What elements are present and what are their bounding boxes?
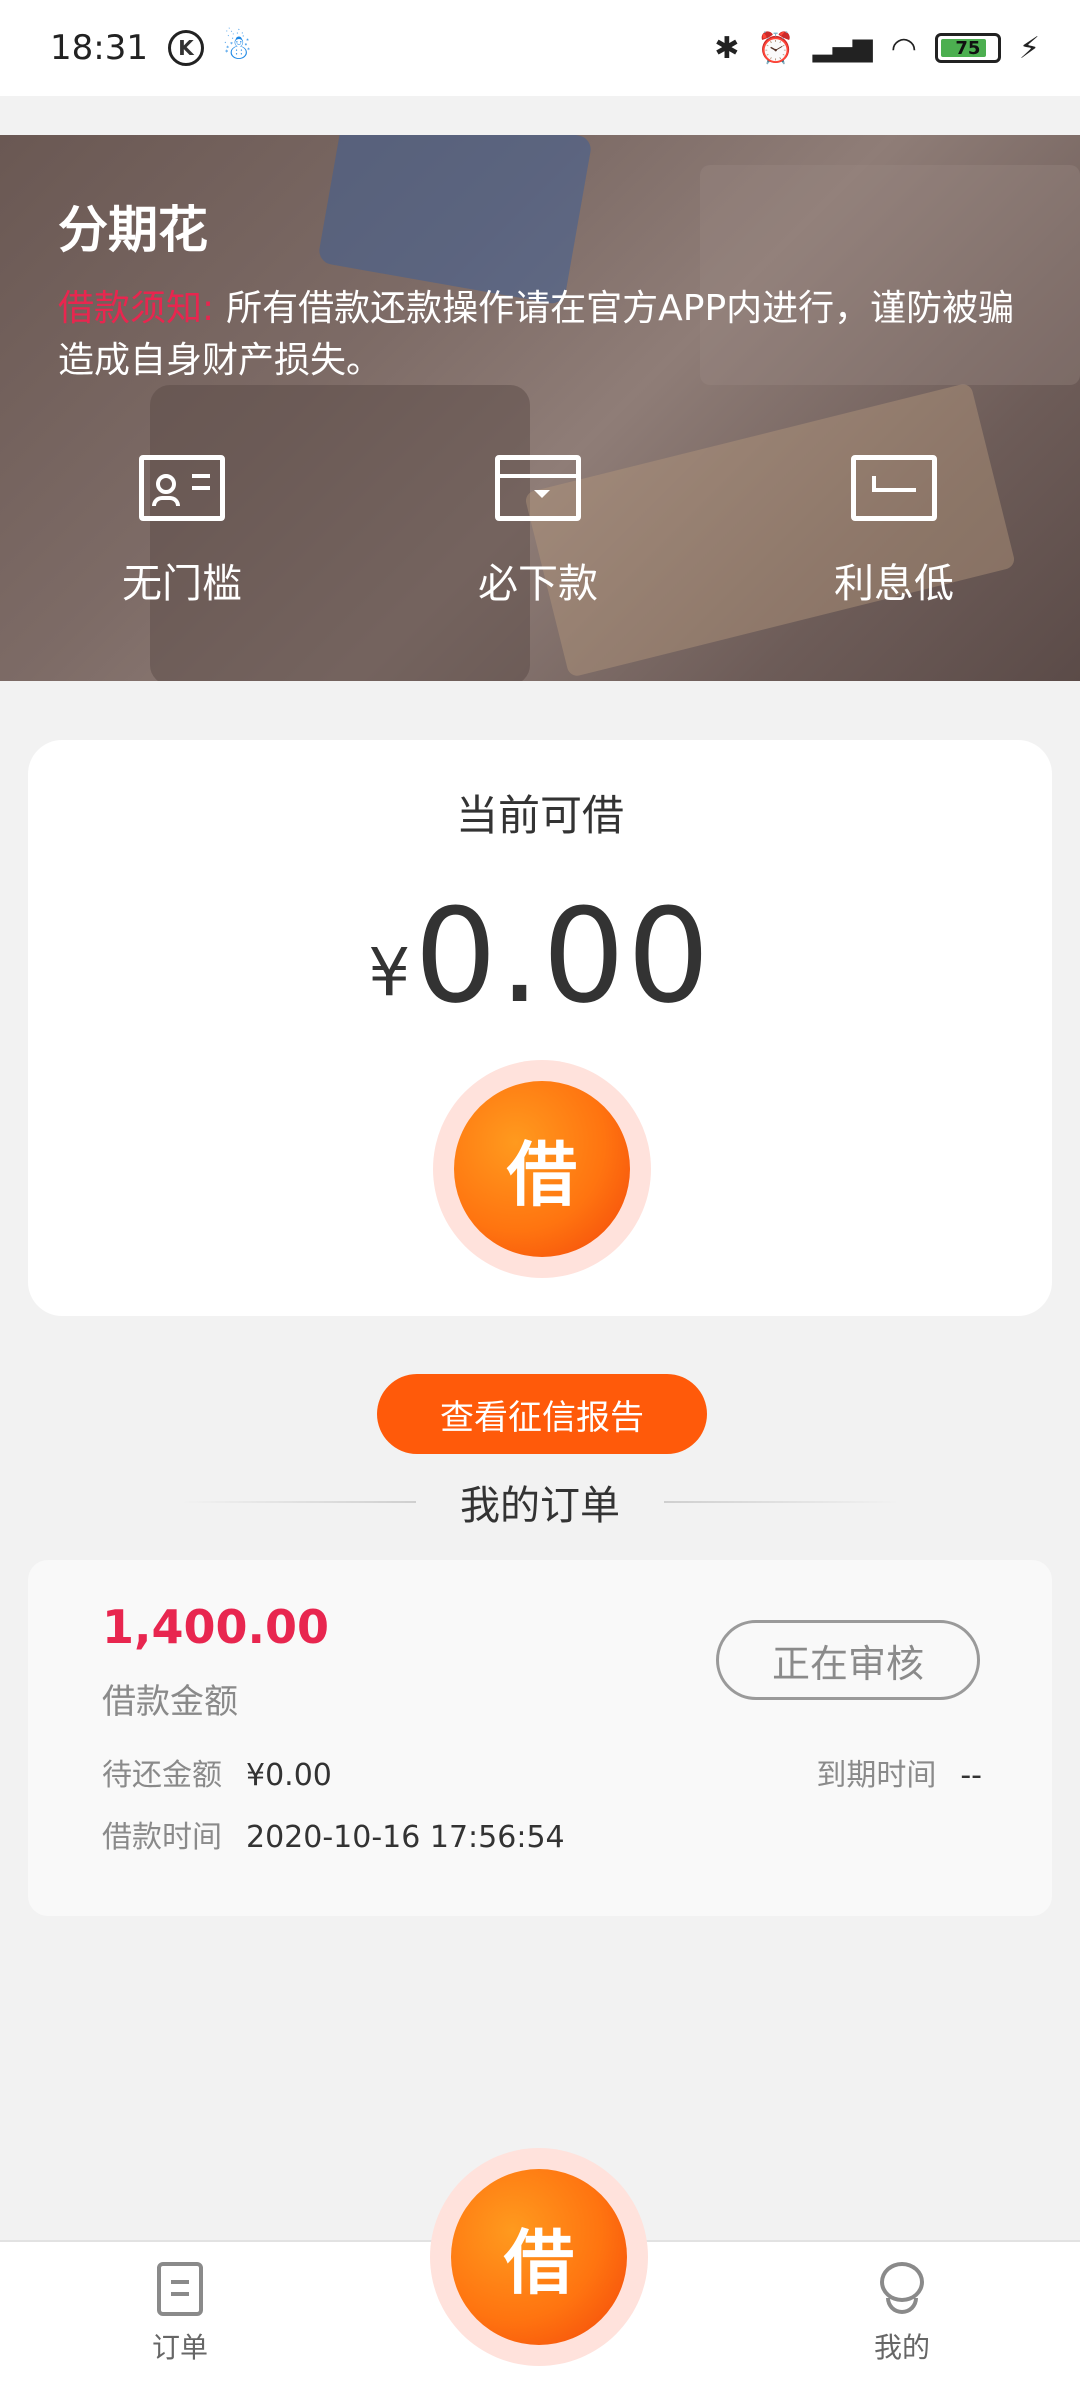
available-credit-title: 当前可借: [455, 791, 624, 840]
tab-mine[interactable]: 我的: [822, 2262, 982, 2366]
due-label: 到期时间: [816, 1758, 937, 1793]
status-time: 18:31: [50, 28, 148, 68]
alarm-icon: ⏰: [757, 30, 795, 66]
borrow-time-row: 借款时间 2020-10-16 17:56:54: [102, 1812, 565, 1856]
order-status-badge[interactable]: 正在审核: [716, 1620, 980, 1700]
amount-value: 0.00: [414, 880, 712, 1032]
divider: [180, 1501, 416, 1503]
bottom-tab-bar: 订单 借 我的: [0, 2148, 1080, 2400]
feature-guaranteed: 必下款: [360, 455, 716, 609]
tab-borrow-label: 借: [451, 2169, 627, 2345]
feature-label: 利息低: [834, 561, 954, 607]
notice-label: 借款须知:: [58, 288, 215, 329]
k-icon: K: [167, 30, 204, 66]
battery-level: 75: [955, 37, 981, 59]
charging-icon: ⚡: [1018, 30, 1040, 66]
feature-no-threshold: 无门槛: [4, 455, 360, 609]
available-credit-amount: ¥0.00: [28, 880, 1052, 1032]
feature-label: 无门槛: [122, 561, 242, 607]
order-amount-label: 借款金额: [102, 1682, 238, 1722]
order-card[interactable]: 1,400.00 借款金额 正在审核 待还金额 ¥0.00 到期时间 -- 借款时间…: [28, 1560, 1052, 1916]
user-icon: [878, 2262, 926, 2316]
borrow-button-label: 借: [454, 1081, 630, 1257]
borrow-time-label: 借款时间: [102, 1820, 222, 1855]
feature-list: 无门槛 必下款 利息低: [0, 455, 1080, 609]
signal-icon: ▂▄▆: [812, 33, 873, 63]
hero-banner: 分期花 借款须知: 所有借款还款操作请在官方APP内进行，谨防被骗造成自身财产损失…: [0, 135, 1080, 681]
divider: [664, 1501, 900, 1503]
loan-notice: 借款须知: 所有借款还款操作请在官方APP内进行，谨防被骗造成自身财产损失。: [58, 283, 1028, 387]
tab-label: 订单: [151, 2331, 208, 2364]
order-amount: 1,400.00: [102, 1600, 329, 1654]
feature-low-interest: 利息低: [716, 455, 1072, 609]
borrow-time-value: 2020-10-16 17:56:54: [246, 1820, 565, 1855]
available-credit-card: 当前可借 ¥0.00 借: [28, 740, 1052, 1316]
pending-value: ¥0.00: [246, 1758, 332, 1793]
wifi-icon: ◠: [890, 30, 917, 66]
qq-icon: ☃: [221, 28, 253, 68]
due-date-row: 到期时间 --: [816, 1750, 982, 1794]
wallet-icon: [495, 455, 581, 521]
tab-borrow-button[interactable]: 借: [430, 2148, 648, 2366]
feature-label: 必下款: [478, 561, 598, 607]
currency-symbol: ¥: [368, 934, 411, 1011]
pending-label: 待还金额: [102, 1758, 222, 1793]
my-orders-title: 我的订单: [460, 1483, 620, 1529]
app-title: 分期花: [58, 201, 208, 259]
my-orders-heading: 我的订单: [180, 1470, 900, 1534]
pending-repayment-row: 待还金额 ¥0.00: [102, 1750, 332, 1794]
bluetooth-icon: ✱: [714, 30, 740, 66]
status-bar: 18:31 K ☃ ✱ ⏰ ▂▄▆ ◠ 75 ⚡: [0, 0, 1080, 96]
due-value: --: [960, 1758, 982, 1793]
tab-label: 我的: [873, 2331, 930, 2364]
view-credit-report-button[interactable]: 查看征信报告: [377, 1374, 707, 1454]
tab-orders[interactable]: 订单: [100, 2262, 260, 2366]
id-card-icon: [139, 455, 225, 521]
document-icon: [157, 2262, 203, 2316]
battery-icon: 75: [934, 33, 1001, 63]
return-arrow-icon: [851, 455, 937, 521]
borrow-button[interactable]: 借: [433, 1060, 651, 1278]
